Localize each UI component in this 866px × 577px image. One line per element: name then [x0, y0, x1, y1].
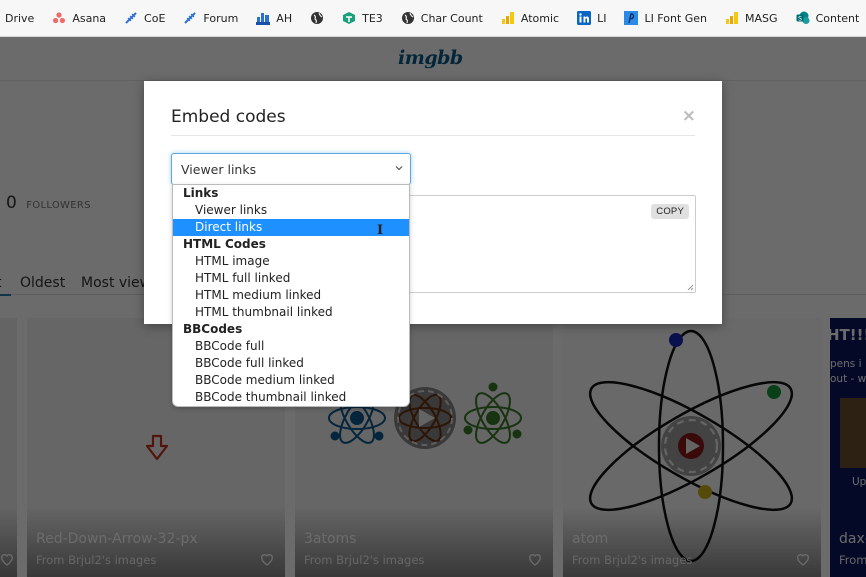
bookmark-label: Char Count	[420, 11, 483, 25]
embed-code-textarea[interactable]: COPY	[399, 195, 696, 293]
bookmark-char-count[interactable]: Char Count	[401, 11, 492, 25]
bookmark-atomic[interactable]: Atomic	[501, 11, 568, 25]
asana-icon	[52, 11, 66, 25]
bookmark-ah[interactable]: AH	[256, 11, 301, 25]
dropdown-option[interactable]: BBCode full	[173, 338, 409, 355]
bookmark-label: LI	[597, 11, 607, 25]
globe-icon	[310, 11, 324, 25]
bookmark-label: AH	[276, 11, 293, 25]
embed-type-select[interactable]: Viewer links	[171, 153, 411, 185]
dna-icon	[183, 11, 197, 25]
font-gen-icon	[624, 11, 639, 25]
box-icon	[342, 11, 356, 25]
chart-icon	[256, 11, 271, 25]
optgroup-label: Links	[183, 186, 219, 200]
bookmarks-bar: Drive Asana CoE Forum AH TE3 Char Count Atomic L…	[0, 0, 866, 37]
copy-button[interactable]: COPY	[651, 204, 689, 219]
bookmark-coe[interactable]: CoE	[124, 11, 174, 25]
bookmark-forum[interactable]: Forum	[183, 11, 247, 25]
dropdown-option[interactable]: Direct links	[173, 219, 409, 236]
chevron-down-icon	[395, 166, 403, 171]
bookmark-li-font-gen[interactable]: LI Font Gen	[624, 11, 716, 25]
powerbi-icon	[501, 11, 515, 25]
bookmark-label: MASG	[745, 11, 778, 25]
dropdown-option[interactable]: HTML full linked	[173, 270, 409, 287]
bookmark-drive[interactable]: Drive	[5, 12, 43, 25]
bookmark-asana[interactable]: Asana	[52, 11, 115, 25]
bookmark-label: Content	[815, 11, 860, 25]
modal-divider	[171, 135, 695, 136]
globe-icon	[401, 11, 415, 25]
bookmark-label: Drive	[5, 11, 35, 25]
bookmark-te3[interactable]: TE3	[342, 11, 392, 25]
powerbi-icon	[725, 11, 739, 25]
svg-text:S: S	[798, 15, 802, 22]
dropdown-option[interactable]: HTML thumbnail linked	[173, 304, 409, 321]
close-icon[interactable]: ×	[682, 108, 696, 125]
bookmark-content[interactable]: S Content	[796, 11, 866, 25]
bookmark-masg[interactable]: MASG	[725, 11, 787, 25]
dropdown-option[interactable]: HTML medium linked	[173, 287, 409, 304]
bookmark-label: Asana	[72, 11, 107, 25]
bookmark-globe[interactable]	[310, 11, 333, 25]
bookmark-label: LI Font Gen	[644, 11, 708, 25]
sharepoint-icon: S	[796, 11, 810, 25]
optgroup-label: HTML Codes	[183, 237, 266, 251]
dna-icon	[124, 11, 138, 25]
dropdown-option[interactable]: BBCode medium linked	[173, 372, 409, 389]
dropdown-option[interactable]: BBCode full linked	[173, 355, 409, 372]
bookmark-label: Atomic	[520, 11, 560, 25]
bookmark-label: Forum	[203, 11, 239, 25]
dropdown-option[interactable]: BBCode thumbnail linked	[173, 389, 409, 406]
resize-grip-icon[interactable]	[686, 283, 694, 291]
text-cursor-icon: I	[377, 223, 384, 238]
dropdown-option[interactable]: HTML image	[173, 253, 409, 270]
modal-title: Embed codes	[171, 107, 286, 127]
bookmark-li[interactable]: LI	[577, 11, 615, 25]
embed-type-dropdown: Links Viewer links Direct links HTML Codes H…	[172, 184, 410, 407]
dropdown-option[interactable]: Viewer links	[173, 202, 409, 219]
optgroup-label: BBCodes	[183, 322, 243, 336]
bookmark-label: CoE	[144, 11, 166, 25]
bookmark-label: TE3	[362, 11, 383, 25]
select-value: Viewer links	[181, 162, 257, 177]
linkedin-icon	[577, 11, 592, 25]
